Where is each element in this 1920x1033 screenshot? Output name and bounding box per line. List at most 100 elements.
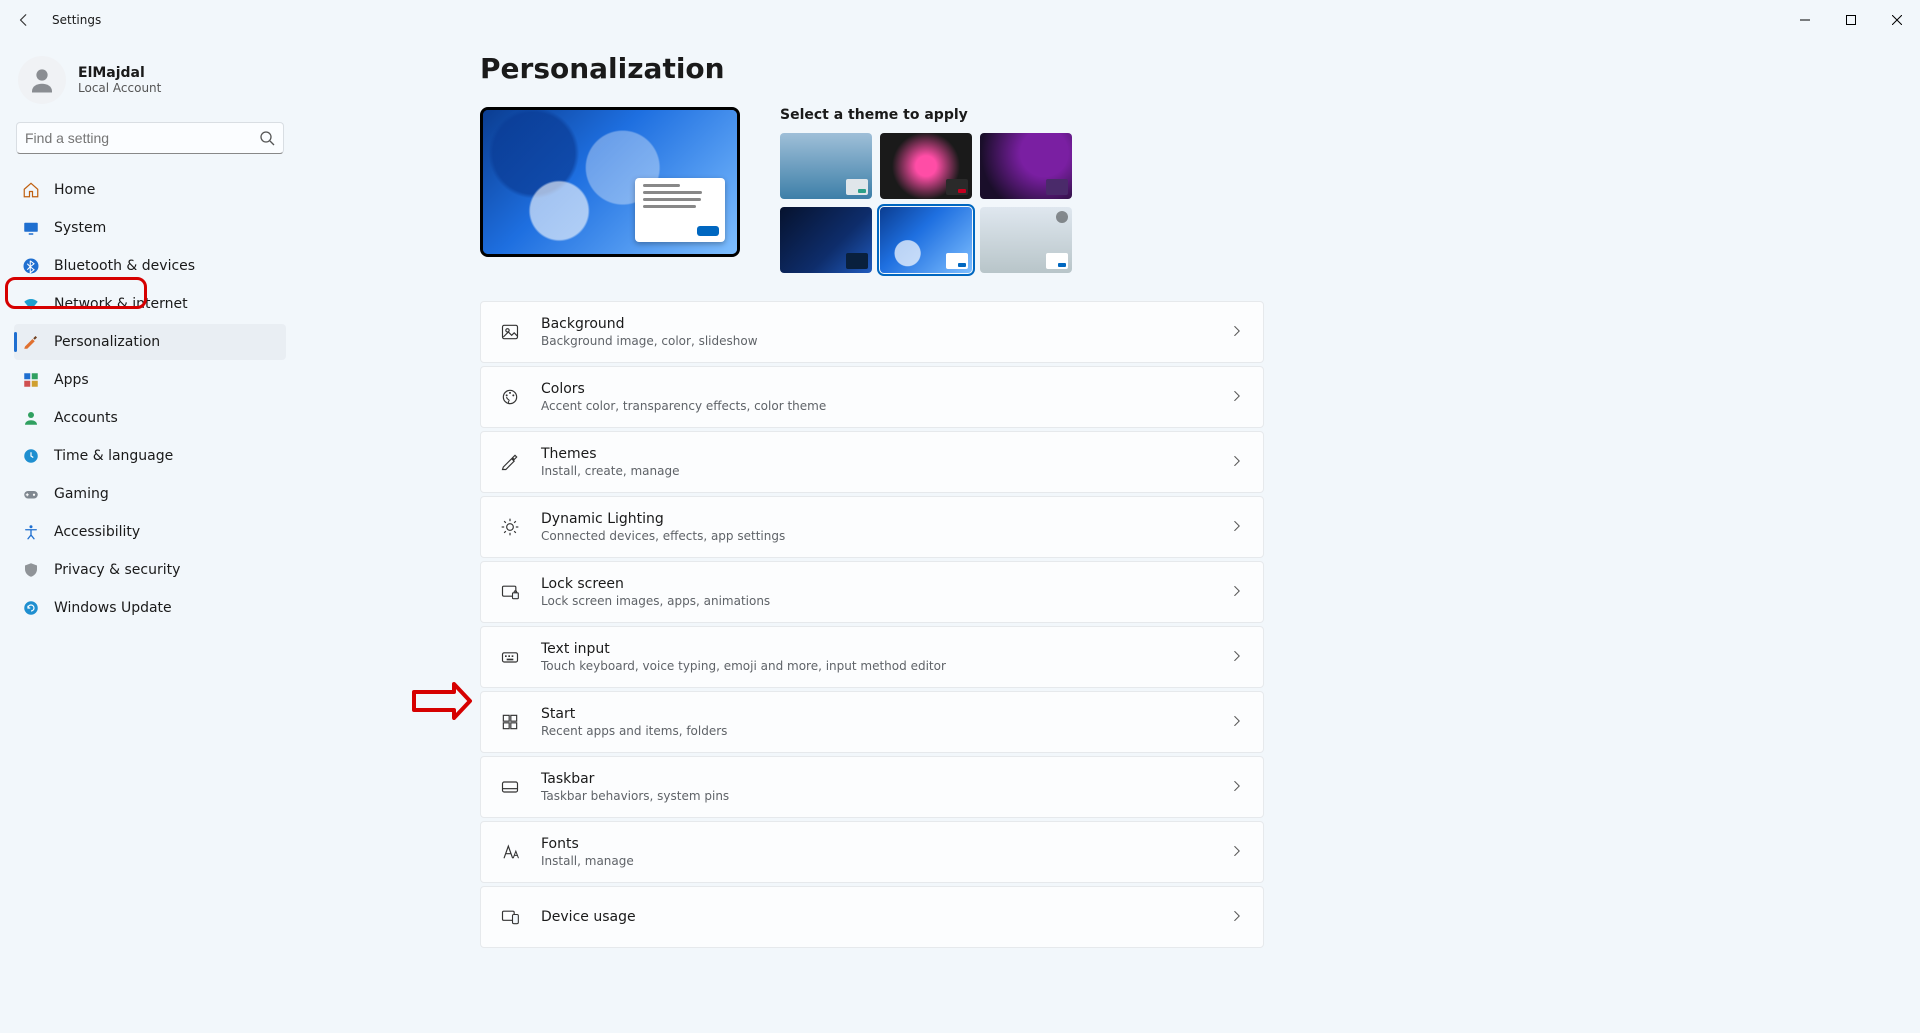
chevron-right-icon — [1231, 585, 1245, 599]
card-sub: Accent color, transparency effects, colo… — [541, 399, 1231, 413]
sidebar-item-network[interactable]: Network & internet — [14, 286, 286, 322]
card-fonts[interactable]: Fonts Install, manage — [480, 821, 1264, 883]
theme-tile-1[interactable] — [880, 133, 972, 199]
card-sub: Install, manage — [541, 854, 1231, 868]
sidebar-item-apps[interactable]: Apps — [14, 362, 286, 398]
back-button[interactable] — [16, 12, 32, 28]
card-title: Themes — [541, 446, 1231, 462]
gaming-icon — [22, 485, 40, 503]
sidebar-item-update[interactable]: Windows Update — [14, 590, 286, 626]
theme-tile-3[interactable] — [780, 207, 872, 273]
profile-name: ElMajdal — [78, 65, 161, 81]
desktop-preview — [480, 107, 740, 257]
card-sub: Taskbar behaviors, system pins — [541, 789, 1231, 803]
chevron-right-icon — [1231, 650, 1245, 664]
app-title: Settings — [52, 13, 101, 27]
sidebar-item-label: Accounts — [54, 410, 118, 426]
close-button[interactable] — [1874, 4, 1920, 36]
sidebar-item-bluetooth[interactable]: Bluetooth & devices — [14, 248, 286, 284]
card-dynamic-lighting[interactable]: Dynamic Lighting Connected devices, effec… — [480, 496, 1264, 558]
card-lock-screen[interactable]: Lock screenLock screen images, apps, ani… — [480, 561, 1264, 623]
card-sub: Install, create, manage — [541, 464, 1231, 478]
sidebar-item-privacy[interactable]: Privacy & security — [14, 552, 286, 588]
chevron-right-icon — [1231, 455, 1245, 469]
card-start[interactable]: Start Recent apps and items, folders — [480, 691, 1264, 753]
search-input[interactable] — [25, 130, 259, 146]
colors-icon — [499, 386, 521, 408]
card-colors[interactable]: ColorsAccent color, transparency effects… — [480, 366, 1264, 428]
bluetooth-icon — [22, 257, 40, 275]
theme-tile-0[interactable] — [780, 133, 872, 199]
sidebar-item-label: System — [54, 220, 106, 236]
maximize-button[interactable] — [1828, 4, 1874, 36]
card-title: Start — [541, 706, 1231, 722]
card-sub: Connected devices, effects, app settings — [541, 529, 1231, 543]
card-sub: Background image, color, slideshow — [541, 334, 1231, 348]
taskbar-icon — [499, 776, 521, 798]
sidebar-item-accounts[interactable]: Accounts — [14, 400, 286, 436]
lock-screen-icon — [499, 581, 521, 603]
theme-heading: Select a theme to apply — [780, 107, 1072, 123]
chevron-right-icon — [1231, 910, 1245, 924]
sidebar-item-gaming[interactable]: Gaming — [14, 476, 286, 512]
start-icon — [499, 711, 521, 733]
minimize-button[interactable] — [1782, 4, 1828, 36]
chevron-right-icon — [1231, 845, 1245, 859]
profile-sub: Local Account — [78, 81, 161, 95]
page-title: Personalization — [480, 52, 1880, 85]
update-icon — [22, 599, 40, 617]
sidebar-item-accessibility[interactable]: Accessibility — [14, 514, 286, 550]
card-sub: Recent apps and items, folders — [541, 724, 1231, 738]
sidebar-item-label: Windows Update — [54, 600, 172, 616]
search-box[interactable] — [16, 122, 284, 154]
sidebar-item-home[interactable]: Home — [14, 172, 286, 208]
sidebar-item-label: Personalization — [54, 334, 160, 350]
avatar — [18, 56, 66, 104]
card-background[interactable]: BackgroundBackground image, color, slide… — [480, 301, 1264, 363]
dynamic-lighting-icon — [499, 516, 521, 538]
sidebar-nav: Home System Bluetooth & devices Network & i… — [14, 172, 286, 626]
chevron-right-icon — [1231, 325, 1245, 339]
theme-tile-2[interactable] — [980, 133, 1072, 199]
card-title: Text input — [541, 641, 1231, 657]
sidebar-item-label: Gaming — [54, 486, 109, 502]
theme-grid — [780, 133, 1072, 273]
home-icon — [22, 181, 40, 199]
accounts-icon — [22, 409, 40, 427]
sidebar-item-label: Network & internet — [54, 296, 188, 312]
sidebar-item-time[interactable]: Time & language — [14, 438, 286, 474]
privacy-icon — [22, 561, 40, 579]
sidebar-item-label: Apps — [54, 372, 89, 388]
sidebar-item-label: Home — [54, 182, 95, 198]
chevron-right-icon — [1231, 520, 1245, 534]
sidebar-item-personalization[interactable]: Personalization — [14, 324, 286, 360]
sidebar-item-system[interactable]: System — [14, 210, 286, 246]
card-themes[interactable]: Themes Install, create, manage — [480, 431, 1264, 493]
sidebar-item-label: Bluetooth & devices — [54, 258, 195, 274]
sidebar-item-label: Accessibility — [54, 524, 140, 540]
text-input-icon — [499, 646, 521, 668]
card-title: Device usage — [541, 909, 1231, 925]
fonts-icon — [499, 841, 521, 863]
card-text-input[interactable]: Text input Touch keyboard, voice typing, … — [480, 626, 1264, 688]
chevron-right-icon — [1231, 780, 1245, 794]
background-icon — [499, 321, 521, 343]
window-controls — [1782, 4, 1920, 36]
card-title: Dynamic Lighting — [541, 511, 1231, 527]
card-title: Fonts — [541, 836, 1231, 852]
profile-block[interactable]: ElMajdal Local Account — [14, 50, 286, 122]
network-icon — [22, 295, 40, 313]
apps-icon — [22, 371, 40, 389]
card-taskbar[interactable]: TaskbarTaskbar behaviors, system pins — [480, 756, 1264, 818]
card-title: Lock screen — [541, 576, 1231, 592]
card-sub: Touch keyboard, voice typing, emoji and … — [541, 659, 1231, 673]
system-icon — [22, 219, 40, 237]
sidebar-item-label: Privacy & security — [54, 562, 180, 578]
theme-tile-4[interactable] — [880, 207, 972, 273]
card-device-usage[interactable]: Device usage — [480, 886, 1264, 948]
themes-icon — [499, 451, 521, 473]
chevron-right-icon — [1231, 715, 1245, 729]
chevron-right-icon — [1231, 390, 1245, 404]
main-content: Personalization Select a theme to apply — [300, 40, 1920, 1033]
theme-tile-5[interactable] — [980, 207, 1072, 273]
